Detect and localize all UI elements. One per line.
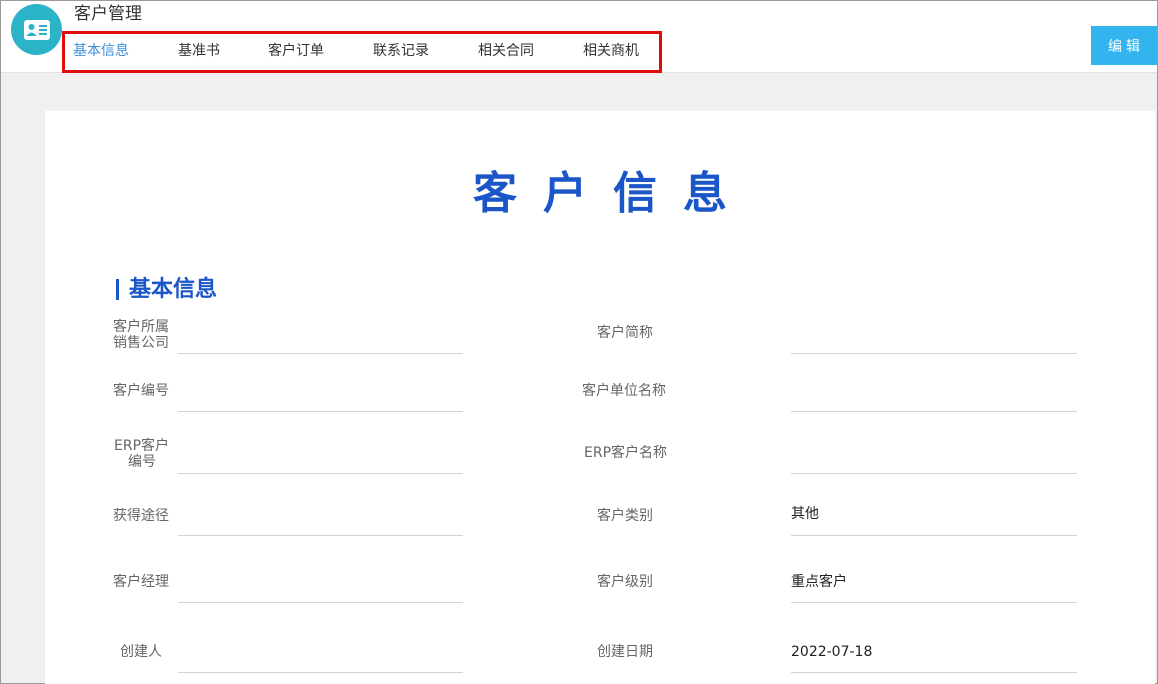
top-header: 客户管理 基本信息 基准书 客户订单 联系记录 相关合同 相关商机 编辑: [1, 1, 1157, 73]
erp-no-underline: [178, 473, 463, 474]
creator-underline: [178, 672, 463, 673]
category-underline: [791, 535, 1077, 536]
sales-company-underline: [178, 353, 463, 354]
unit-name-label: 客户单位名称: [582, 383, 666, 399]
source-label: 获得途径: [113, 508, 169, 524]
document-title: 客户信息: [473, 168, 753, 219]
customer-info-card: 客户信息 基本信息 客户所属 销售公司 客户简称 客户编号 客户单位名称 ERP…: [45, 111, 1155, 684]
erp-no-label-line2: 编号: [128, 454, 156, 470]
level-underline: [791, 602, 1077, 603]
app-title: 客户管理: [74, 4, 142, 24]
edit-button[interactable]: 编辑: [1091, 26, 1157, 65]
level-value[interactable]: 重点客户: [791, 574, 1077, 591]
customer-no-label: 客户编号: [113, 383, 169, 399]
tab-contact-records[interactable]: 联系记录: [373, 41, 429, 61]
level-label: 客户级别: [597, 574, 653, 590]
category-label: 客户类别: [597, 508, 653, 524]
customer-no-underline: [178, 411, 463, 412]
sales-company-label-line2: 销售公司: [113, 335, 169, 351]
creator-label: 创建人: [120, 644, 162, 660]
manager-label: 客户经理: [113, 574, 169, 590]
category-value[interactable]: 其他: [791, 506, 1077, 523]
erp-no-label-line1: ERP客户: [114, 438, 170, 454]
source-underline: [178, 535, 463, 536]
short-name-label: 客户简称: [597, 325, 653, 341]
manager-underline: [178, 602, 463, 603]
tab-benchmark-book[interactable]: 基准书: [178, 41, 220, 61]
tab-basic-info[interactable]: 基本信息: [73, 41, 129, 61]
created-date-label: 创建日期: [597, 644, 653, 660]
contact-card-icon: [11, 4, 62, 55]
tab-related-contracts[interactable]: 相关合同: [478, 41, 534, 61]
erp-name-label: ERP客户名称: [584, 445, 668, 461]
contact-card-icon-graphic: [23, 19, 50, 40]
created-date-value[interactable]: 2022-07-18: [791, 644, 1077, 661]
created-date-underline: [791, 672, 1077, 673]
unit-name-underline: [791, 411, 1077, 412]
erp-name-underline: [791, 473, 1077, 474]
sales-company-label-line1: 客户所属: [113, 319, 169, 335]
section-title: 基本信息: [115, 275, 217, 305]
tabs-highlight-box: [62, 31, 662, 73]
tab-related-opportunities[interactable]: 相关商机: [583, 41, 639, 61]
tab-customer-orders[interactable]: 客户订单: [268, 41, 324, 61]
short-name-underline: [791, 353, 1077, 354]
